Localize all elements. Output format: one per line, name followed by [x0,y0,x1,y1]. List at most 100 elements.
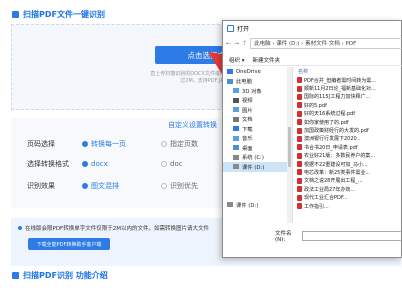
pdf-file-icon [297,186,302,193]
row-label: 识别效果 [27,182,55,190]
nav-item-label: 文档 [242,117,253,124]
drive-icon [227,202,233,208]
file-row[interactable]: 顺新11月2日论_福新基础化对... [295,84,400,92]
file-row[interactable]: 文档之说28开展出工程_... [295,177,400,185]
file-name: 工作指引... [304,203,329,210]
option-docx[interactable]: docx [91,160,161,168]
pdf-file-icon [297,169,302,176]
nav-item[interactable]: 此电脑 [223,77,292,87]
download-icon [233,126,239,132]
dialog-title: 打开 [237,25,250,33]
section-title-scan: 扫描PDF文件一键识别 [12,9,105,20]
nav-item[interactable]: 音乐 [223,134,292,144]
nav-item[interactable]: OneDrive [223,67,292,77]
file-row[interactable]: 好的天16系统过程.pdf [295,110,400,118]
back-arrow-icon[interactable]: ← [226,40,231,47]
radio-unselected[interactable] [161,183,167,189]
filename-label: 文件名(N): [275,231,292,243]
option-mixed[interactable]: 图文混排 [91,181,161,191]
section-icon [12,11,19,18]
pdf-file-icon [297,85,302,92]
file-name: 根据不22重建设可加_马小... [304,161,368,168]
row-label: 页码选择 [27,140,55,148]
file-row[interactable]: 电芯改革：新25类事件需业... [295,168,400,176]
video-icon [233,97,239,103]
nav-item[interactable]: 桌面 [223,143,292,153]
pdf-file-icon [297,144,302,151]
nav-scrollbar[interactable] [287,67,292,223]
pdf-file-icon [297,135,302,142]
option-recognition-first[interactable]: 识别优先 [170,181,198,191]
pdf-file-icon [297,93,302,100]
file-name: 现代工业汇合PDF... [304,195,348,202]
drive-icon [233,164,239,170]
scrollbar-thumb[interactable] [288,127,291,167]
nav-item[interactable]: 3D 对象 [223,86,292,96]
section-title-intro: 扫描PDF识别 功能介绍 [12,270,108,281]
document-icon [233,116,239,122]
nav-item-label: 3D 对象 [242,88,262,95]
nav-item [223,191,292,201]
nav-item[interactable]: 课件 (D:) [223,162,292,172]
address-bar: ← → ↑ 此电脑 › 课件 (D:) › 素材文件·文档 › PDF [223,36,402,50]
option-every-page[interactable]: 转换每一页 [91,139,161,149]
column-header-name[interactable]: 名称 [295,67,400,76]
pdf-file-icon [297,110,302,117]
pdf-file-icon [297,119,302,126]
file-row[interactable]: 政法工业局27年办效... [295,185,400,193]
file-row[interactable]: 农业好21版：多数民养户的案... [295,152,400,160]
radio-selected[interactable] [82,141,88,147]
nav-item[interactable]: 课件 (D:) [223,200,292,210]
file-name: 农业好21版：多数民养户的案... [304,153,376,160]
radio-selected[interactable] [82,161,88,167]
file-name: 澳洲银行行发展下2020.. [304,136,360,143]
path-breadcrumb[interactable]: 此电脑 › 课件 (D:) › 素材文件·文档 › PDF [250,37,402,49]
download-client-button[interactable]: 下载全能PDF转换助手客户端 [28,238,110,250]
filename-input[interactable] [302,231,402,241]
file-row[interactable]: 如你家使用了的.pdf [295,118,400,126]
file-name: 顺新11月2日论_福新基础化对... [304,86,376,93]
file-row[interactable]: 现代工业汇合PDF... [295,193,400,201]
file-name: PDF合并_但编者需时间转为需... [304,77,377,84]
nav-item [223,172,292,182]
up-arrow-icon[interactable]: ↑ [242,40,247,47]
dialog-toolbar: 组织 ▾ 新建文件夹 [223,54,402,66]
file-row[interactable]: PDF合并_但编者需时间转为需... [295,76,400,84]
radio-selected[interactable] [82,183,88,189]
file-name: 文档之说28开展出工程_... [304,178,363,185]
section-title-text: 扫描PDF文件一键识别 [23,10,105,19]
nav-item-label: 课件 (D:) [236,202,259,209]
file-row[interactable]: 澳洲银行行发展下2020.. [295,135,400,143]
organize-menu[interactable]: 组织 ▾ [229,56,245,64]
file-row[interactable]: 好的5.pdf [295,101,400,109]
effect-row: 识别效果 图文混排 识别优先 [27,181,198,191]
notice-text: 在线版会限PDF转换单字文件仅限于2M以内的文件，如需转换图片请大文件 [18,224,209,232]
pdf-file-icon [297,161,302,168]
nav-item[interactable]: 系统 (C:) [223,153,292,163]
nav-item[interactable]: 视频 [223,96,292,106]
option-specific-pages[interactable]: 指定页数 [170,139,198,149]
new-folder-button[interactable]: 新建文件夹 [253,56,281,64]
bullet-icon [18,226,22,230]
file-name: 书合书20日_申请表.pdf [304,144,358,151]
file-row[interactable]: 书合书20日_申请表.pdf [295,143,400,151]
file-row[interactable]: 根据不22重建设可加_马小... [295,160,400,168]
nav-item-label: 下载 [242,126,253,133]
file-name: 政法工业局27年办效... [304,186,356,193]
forward-arrow-icon[interactable]: → [234,40,239,47]
nav-item-label: 音乐 [242,136,253,143]
dialog-titlebar[interactable]: 打开 [223,21,401,35]
nav-item[interactable]: 文档 [223,115,292,125]
cube-icon [233,88,239,94]
nav-item[interactable]: 下载 [223,124,292,134]
pdf-file-icon [297,177,302,184]
option-doc[interactable]: doc [170,160,183,168]
file-row[interactable]: 加国政策财经行的大发的.pdf [295,126,400,134]
radio-unselected[interactable] [161,141,167,147]
pdf-file-icon [297,77,302,84]
file-row[interactable]: 国际的115[工程力加快释广... [295,93,400,101]
file-list: 名称 PDF合并_但编者需时间转为需... 顺新11月2日论_福新基础化对... 国… [295,67,400,223]
file-row[interactable]: 工作指引... [295,202,400,210]
radio-unselected[interactable] [161,161,167,167]
nav-item[interactable]: 图片 [223,105,292,115]
